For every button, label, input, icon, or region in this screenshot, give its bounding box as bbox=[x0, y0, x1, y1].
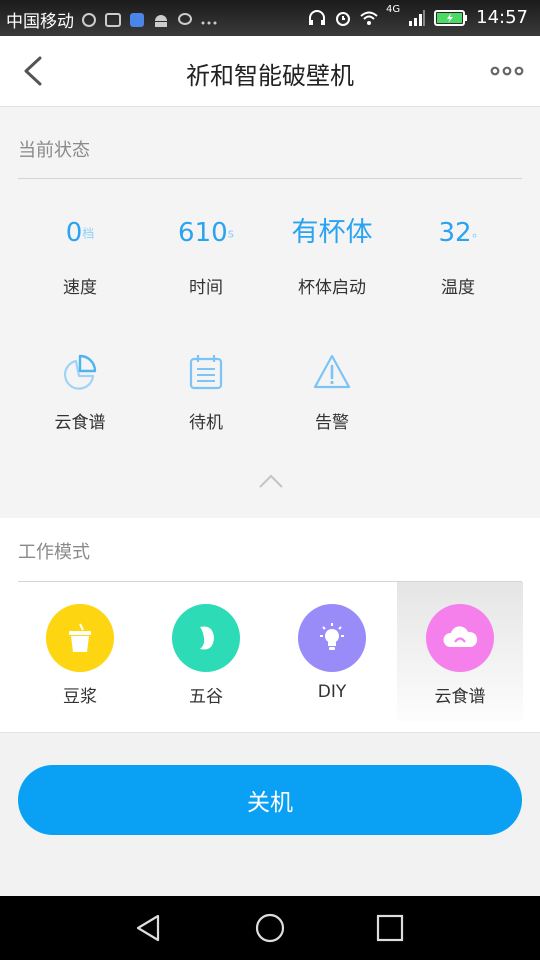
stat-time: 610s 时间 bbox=[143, 213, 269, 298]
mode-cloud-recipe-label: 云食谱 bbox=[434, 687, 486, 707]
carrier-label: 中国移动 bbox=[6, 12, 74, 32]
time-label: 时间 bbox=[189, 278, 223, 298]
warning-triangle-icon bbox=[313, 354, 351, 389]
speed-value: 0 bbox=[65, 218, 83, 248]
stat-cup: 有杯体 杯体启动 bbox=[269, 213, 395, 298]
mode-diy[interactable]: DIY bbox=[269, 582, 395, 722]
mode-grains[interactable]: 五谷 bbox=[143, 582, 269, 722]
cloud-recipe-label: 云食谱 bbox=[54, 413, 106, 433]
divider bbox=[18, 178, 522, 179]
time-value: 610 bbox=[178, 218, 228, 248]
stat-speed: 0档 速度 bbox=[17, 213, 143, 298]
app-header: 祈和智能破壁机 bbox=[0, 36, 540, 107]
mode-grains-label: 五谷 bbox=[189, 687, 223, 707]
cup-value: 有杯体 bbox=[291, 217, 373, 248]
android-icon bbox=[155, 14, 167, 27]
sync-icon bbox=[82, 12, 96, 27]
mode-soymilk-label: 豆浆 bbox=[63, 687, 97, 707]
message-icon bbox=[178, 12, 192, 25]
navigation-bar bbox=[0, 896, 540, 960]
mode-cloud-recipe[interactable]: 云食谱 bbox=[397, 582, 523, 722]
pie-chart-icon bbox=[63, 354, 97, 390]
alarm-label: 告警 bbox=[315, 413, 349, 433]
temperature-label: 温度 bbox=[441, 278, 475, 298]
temperature-unit: ° bbox=[471, 232, 478, 246]
temperature-value: 32 bbox=[438, 218, 472, 248]
clock: 14:57 bbox=[476, 7, 528, 28]
headphones-icon bbox=[309, 9, 325, 25]
mode-cloud-recipe-circle bbox=[426, 604, 494, 672]
action-alarm[interactable]: 告警 bbox=[269, 352, 395, 433]
app-badge-icon bbox=[130, 12, 144, 27]
action-standby[interactable]: 待机 bbox=[143, 352, 269, 433]
gallery-icon bbox=[105, 12, 121, 27]
calendar-list-icon bbox=[189, 355, 223, 390]
work-mode-title: 工作模式 bbox=[18, 542, 90, 563]
home-circle-icon[interactable] bbox=[254, 912, 286, 944]
bean-icon bbox=[200, 626, 214, 650]
page-title: 祈和智能破壁机 bbox=[186, 62, 354, 90]
speed-label: 速度 bbox=[63, 278, 97, 298]
mode-soymilk[interactable]: 豆浆 bbox=[17, 582, 143, 722]
mode-diy-circle bbox=[298, 604, 366, 672]
chevron-up-icon[interactable] bbox=[258, 473, 284, 489]
lightbulb-icon bbox=[320, 623, 344, 650]
signal-icon bbox=[409, 9, 426, 26]
more-notifications-icon bbox=[201, 21, 217, 24]
stat-temperature: 32° 温度 bbox=[395, 213, 521, 298]
mode-diy-label: DIY bbox=[317, 682, 347, 702]
time-unit: s bbox=[227, 226, 234, 241]
action-cloud-recipe[interactable]: 云食谱 bbox=[17, 352, 143, 433]
alarm-icon bbox=[336, 11, 350, 26]
mode-soymilk-circle bbox=[46, 604, 114, 672]
network-type: 4G bbox=[386, 4, 401, 15]
cup-label: 杯体启动 bbox=[298, 278, 366, 298]
cloud-icon bbox=[443, 626, 478, 647]
cup-icon bbox=[69, 623, 91, 652]
standby-label: 待机 bbox=[189, 413, 223, 433]
battery-icon bbox=[434, 9, 468, 26]
speed-unit: 档 bbox=[82, 226, 95, 241]
more-dots-icon[interactable] bbox=[490, 61, 524, 81]
status-bar: 中国移动 4G 14:57 bbox=[0, 0, 540, 36]
mode-grains-circle bbox=[172, 604, 240, 672]
wifi-icon bbox=[360, 11, 378, 25]
current-status-title: 当前状态 bbox=[18, 140, 90, 161]
current-status-panel bbox=[0, 107, 540, 518]
recents-square-icon[interactable] bbox=[374, 912, 406, 944]
back-triangle-icon[interactable] bbox=[133, 912, 165, 944]
power-off-button[interactable]: 关机 bbox=[18, 765, 522, 835]
